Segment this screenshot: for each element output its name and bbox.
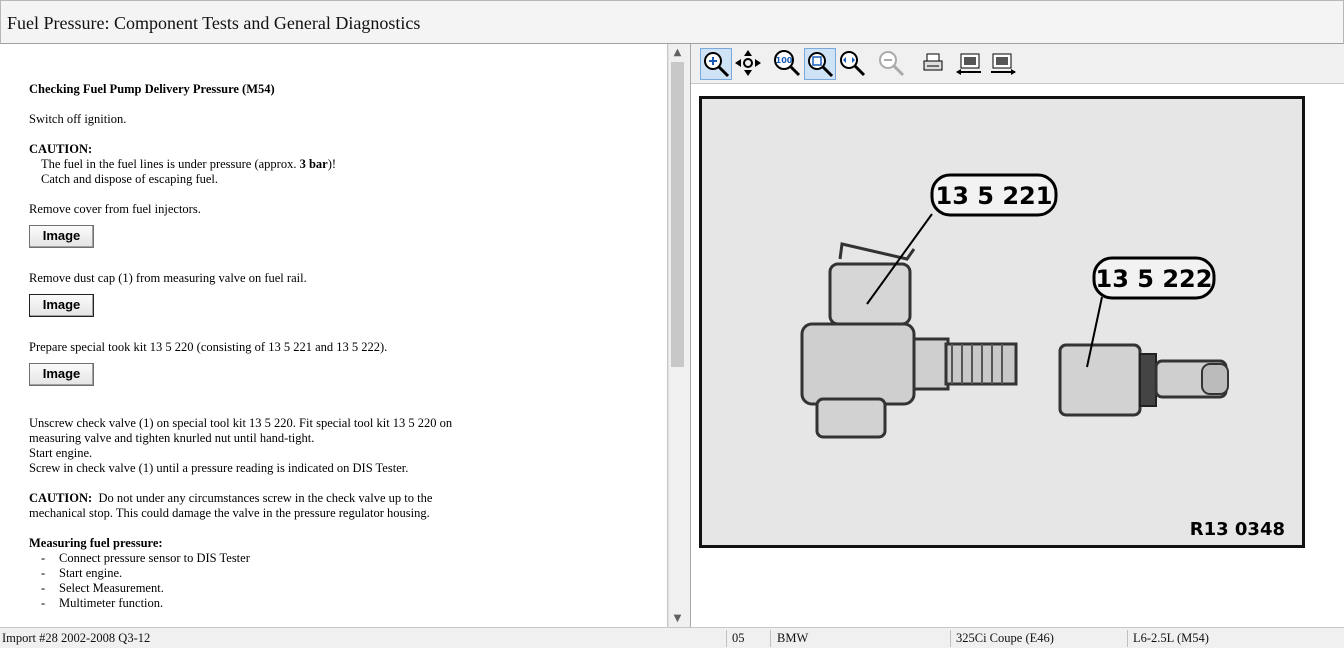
step-line: Start engine. xyxy=(29,446,93,460)
status-engine: L6-2.5L (M54) xyxy=(1133,631,1209,645)
scroll-up-icon[interactable]: ▲ xyxy=(669,44,686,61)
title-bar: Fuel Pressure: Component Tests and Gener… xyxy=(0,0,1344,44)
image-button-2[interactable]: Image xyxy=(29,294,94,317)
step-line: measuring valve and tighten knurled nut … xyxy=(29,431,315,445)
zoom-fit-icon[interactable] xyxy=(804,48,836,80)
zoom-in-icon[interactable] xyxy=(700,48,732,80)
tool-kit-photo[interactable]: 13 5 221 13 5 222 R13 0348 xyxy=(699,96,1305,548)
step-remove-dust-cap: Remove dust cap (1) from measuring valve… xyxy=(29,271,307,285)
list-item: - Connect pressure sensor to DIS Tester xyxy=(41,551,250,565)
step-remove-cover: Remove cover from fuel injectors. xyxy=(29,202,201,216)
image-viewer-pane: 100 13 5 221 13 5 222 R13 0348 xyxy=(691,44,1344,627)
status-import: Import #28 2002-2008 Q3-12 xyxy=(2,631,151,645)
status-make: BMW xyxy=(777,631,809,645)
vertical-scrollbar[interactable]: ▲ ▼ xyxy=(668,44,685,627)
svg-text:100: 100 xyxy=(776,56,793,65)
caution-block-2: CAUTION: Do not under any circumstances … xyxy=(29,491,659,521)
image-toolbar: 100 xyxy=(691,44,1344,84)
previous-image-icon[interactable] xyxy=(953,48,985,80)
callout-13-5-222: 13 5 222 xyxy=(1096,265,1213,293)
procedure-text-pane[interactable]: Checking Fuel Pump Delivery Pressure (M5… xyxy=(0,44,668,627)
scrollbar-thumb[interactable] xyxy=(671,62,684,367)
procedure-heading: Checking Fuel Pump Delivery Pressure (M5… xyxy=(29,82,275,96)
step-switch-off-ignition: Switch off ignition. xyxy=(29,112,127,126)
step-fit-tool: Unscrew check valve (1) on special tool … xyxy=(29,416,659,476)
print-icon[interactable] xyxy=(917,48,949,80)
caution-label: CAUTION: xyxy=(29,491,93,505)
status-model: 325Ci Coupe (E46) xyxy=(956,631,1054,645)
caution-block-1: CAUTION: The fuel in the fuel lines is u… xyxy=(29,142,659,187)
caution-line-2: Catch and dispose of escaping fuel. xyxy=(41,172,219,186)
zoom-out-icon[interactable] xyxy=(875,48,907,80)
list-item: - Start engine. xyxy=(41,566,123,580)
figure-code: R13 0348 xyxy=(1190,519,1285,540)
measuring-heading: Measuring fuel pressure: xyxy=(29,536,163,550)
caution-label: CAUTION: xyxy=(29,142,93,156)
status-code: 05 xyxy=(732,631,745,645)
window-title: Fuel Pressure: Component Tests and Gener… xyxy=(7,13,421,33)
image-button-1[interactable]: Image xyxy=(29,225,94,248)
scroll-down-icon[interactable]: ▼ xyxy=(669,610,686,627)
list-item: - Multimeter function. xyxy=(41,596,164,610)
callout-13-5-221: 13 5 221 xyxy=(936,182,1053,210)
next-image-icon[interactable] xyxy=(987,48,1019,80)
step-line: Screw in check valve (1) until a pressur… xyxy=(29,461,409,475)
measuring-steps-list: - Connect pressure sensor to DIS Tester -… xyxy=(29,551,659,611)
list-item: - Select Measurement. xyxy=(41,581,164,595)
caution-text: Do not under any circumstances screw in … xyxy=(92,491,433,505)
status-bar: Import #28 2002-2008 Q3-12 05 BMW 325Ci … xyxy=(0,627,1344,648)
zoom-width-icon[interactable] xyxy=(836,48,868,80)
image-button-3[interactable]: Image xyxy=(29,363,94,386)
caution-line-1: The fuel in the fuel lines is under pres… xyxy=(41,157,337,171)
step-line: Unscrew check valve (1) on special tool … xyxy=(29,416,453,430)
zoom-100-icon[interactable]: 100 xyxy=(771,48,803,80)
caution-text: mechanical stop. This could damage the v… xyxy=(29,506,430,520)
step-prepare-tool-kit: Prepare special took kit 13 5 220 (consi… xyxy=(29,340,388,354)
pan-icon[interactable] xyxy=(732,48,764,80)
